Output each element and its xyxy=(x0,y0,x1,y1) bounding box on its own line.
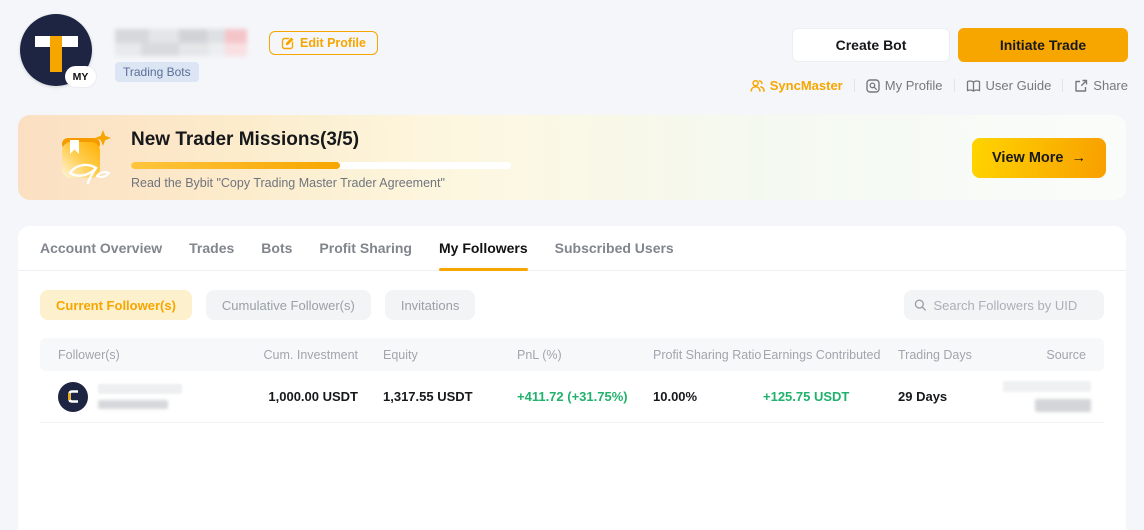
divider xyxy=(854,79,855,92)
trader-name-redacted xyxy=(115,29,247,56)
tab-subscribed-users[interactable]: Subscribed Users xyxy=(555,226,674,270)
edit-profile-label: Edit Profile xyxy=(300,36,366,50)
col-followers: Follower(s) xyxy=(58,348,248,362)
tab-trades[interactable]: Trades xyxy=(189,226,234,270)
pill-invitations[interactable]: Invitations xyxy=(385,290,476,320)
syncmaster-label: SyncMaster xyxy=(770,78,843,93)
follower-avatar xyxy=(58,382,88,412)
divider xyxy=(954,79,955,92)
missions-progress-fill xyxy=(131,162,340,169)
arrow-right-icon: → xyxy=(1071,150,1086,166)
missions-book-icon xyxy=(54,128,112,186)
tab-account-overview[interactable]: Account Overview xyxy=(40,226,162,270)
pill-cumulative-followers[interactable]: Cumulative Follower(s) xyxy=(206,290,371,320)
user-guide-icon xyxy=(966,79,981,93)
trading-bots-badge: Trading Bots xyxy=(115,62,199,82)
profile-header: MY Trading Bots Edit Profile Create Bot … xyxy=(0,0,1144,115)
avatar-logo-shape xyxy=(50,36,62,72)
source-redacted xyxy=(1003,381,1091,412)
tab-my-followers[interactable]: My Followers xyxy=(439,226,528,270)
search-followers-input[interactable] xyxy=(933,298,1094,313)
trading-days-value: 29 Days xyxy=(898,389,1003,404)
search-icon xyxy=(914,298,926,312)
trader-missions-banner: New Trader Missions(3/5) Read the Bybit … xyxy=(18,115,1126,200)
syncmaster-link[interactable]: SyncMaster xyxy=(750,78,843,93)
pnl-value: +411.72 (+31.75%) xyxy=(517,389,653,404)
col-source: Source xyxy=(1003,348,1086,362)
profit-sharing-ratio-value: 10.00% xyxy=(653,389,763,404)
table-header: Follower(s) Cum. Investment Equity PnL (… xyxy=(40,338,1104,371)
divider xyxy=(1062,79,1063,92)
missions-progress-bar xyxy=(131,162,511,169)
edit-profile-button[interactable]: Edit Profile xyxy=(269,31,378,55)
create-bot-button[interactable]: Create Bot xyxy=(792,28,950,62)
tab-bots[interactable]: Bots xyxy=(261,226,292,270)
col-earnings-contributed: Earnings Contributed xyxy=(763,348,898,362)
follower-cell xyxy=(58,382,248,412)
col-pnl: PnL (%) xyxy=(517,348,653,362)
edit-icon xyxy=(281,36,295,50)
col-equity: Equity xyxy=(383,348,517,362)
user-guide-label: User Guide xyxy=(986,78,1052,93)
share-label: Share xyxy=(1093,78,1128,93)
follower-name-redacted xyxy=(98,384,182,409)
view-more-label: View More xyxy=(992,150,1063,166)
search-followers-box[interactable] xyxy=(904,290,1104,320)
my-badge: MY xyxy=(65,66,96,87)
view-more-button[interactable]: View More → xyxy=(972,138,1106,178)
section-tabs: Account Overview Trades Bots Profit Shar… xyxy=(18,226,1126,271)
missions-title: New Trader Missions(3/5) xyxy=(131,129,359,151)
filter-row: Current Follower(s) Cumulative Follower(… xyxy=(18,271,1126,338)
my-profile-icon xyxy=(866,79,880,93)
my-profile-link[interactable]: My Profile xyxy=(866,78,943,93)
user-guide-link[interactable]: User Guide xyxy=(966,78,1052,93)
tab-profit-sharing[interactable]: Profit Sharing xyxy=(319,226,412,270)
header-links: SyncMaster My Profile User Guide xyxy=(750,78,1128,93)
cum-investment-value: 1,000.00 USDT xyxy=(248,389,358,404)
share-link[interactable]: Share xyxy=(1074,78,1128,93)
pill-current-followers[interactable]: Current Follower(s) xyxy=(40,290,192,320)
trader-avatar: MY xyxy=(20,14,92,86)
equity-value: 1,317.55 USDT xyxy=(383,389,517,404)
initiate-trade-button[interactable]: Initiate Trade xyxy=(958,28,1128,62)
sync-master-icon xyxy=(750,79,765,93)
col-profit-sharing-ratio: Profit Sharing Ratio xyxy=(653,348,763,362)
follower-avatar-logo xyxy=(65,388,82,405)
followers-table: Follower(s) Cum. Investment Equity PnL (… xyxy=(40,338,1104,423)
col-trading-days: Trading Days xyxy=(898,348,1003,362)
missions-subtitle: Read the Bybit "Copy Trading Master Trad… xyxy=(131,176,445,190)
share-icon xyxy=(1074,79,1088,93)
follower-filter-pills: Current Follower(s) Cumulative Follower(… xyxy=(40,290,475,320)
table-row: 1,000.00 USDT 1,317.55 USDT +411.72 (+31… xyxy=(40,371,1104,423)
earnings-contributed-value: +125.75 USDT xyxy=(763,389,898,404)
col-cum-investment: Cum. Investment xyxy=(248,348,358,362)
followers-card: Account Overview Trades Bots Profit Shar… xyxy=(18,226,1126,530)
my-profile-label: My Profile xyxy=(885,78,943,93)
